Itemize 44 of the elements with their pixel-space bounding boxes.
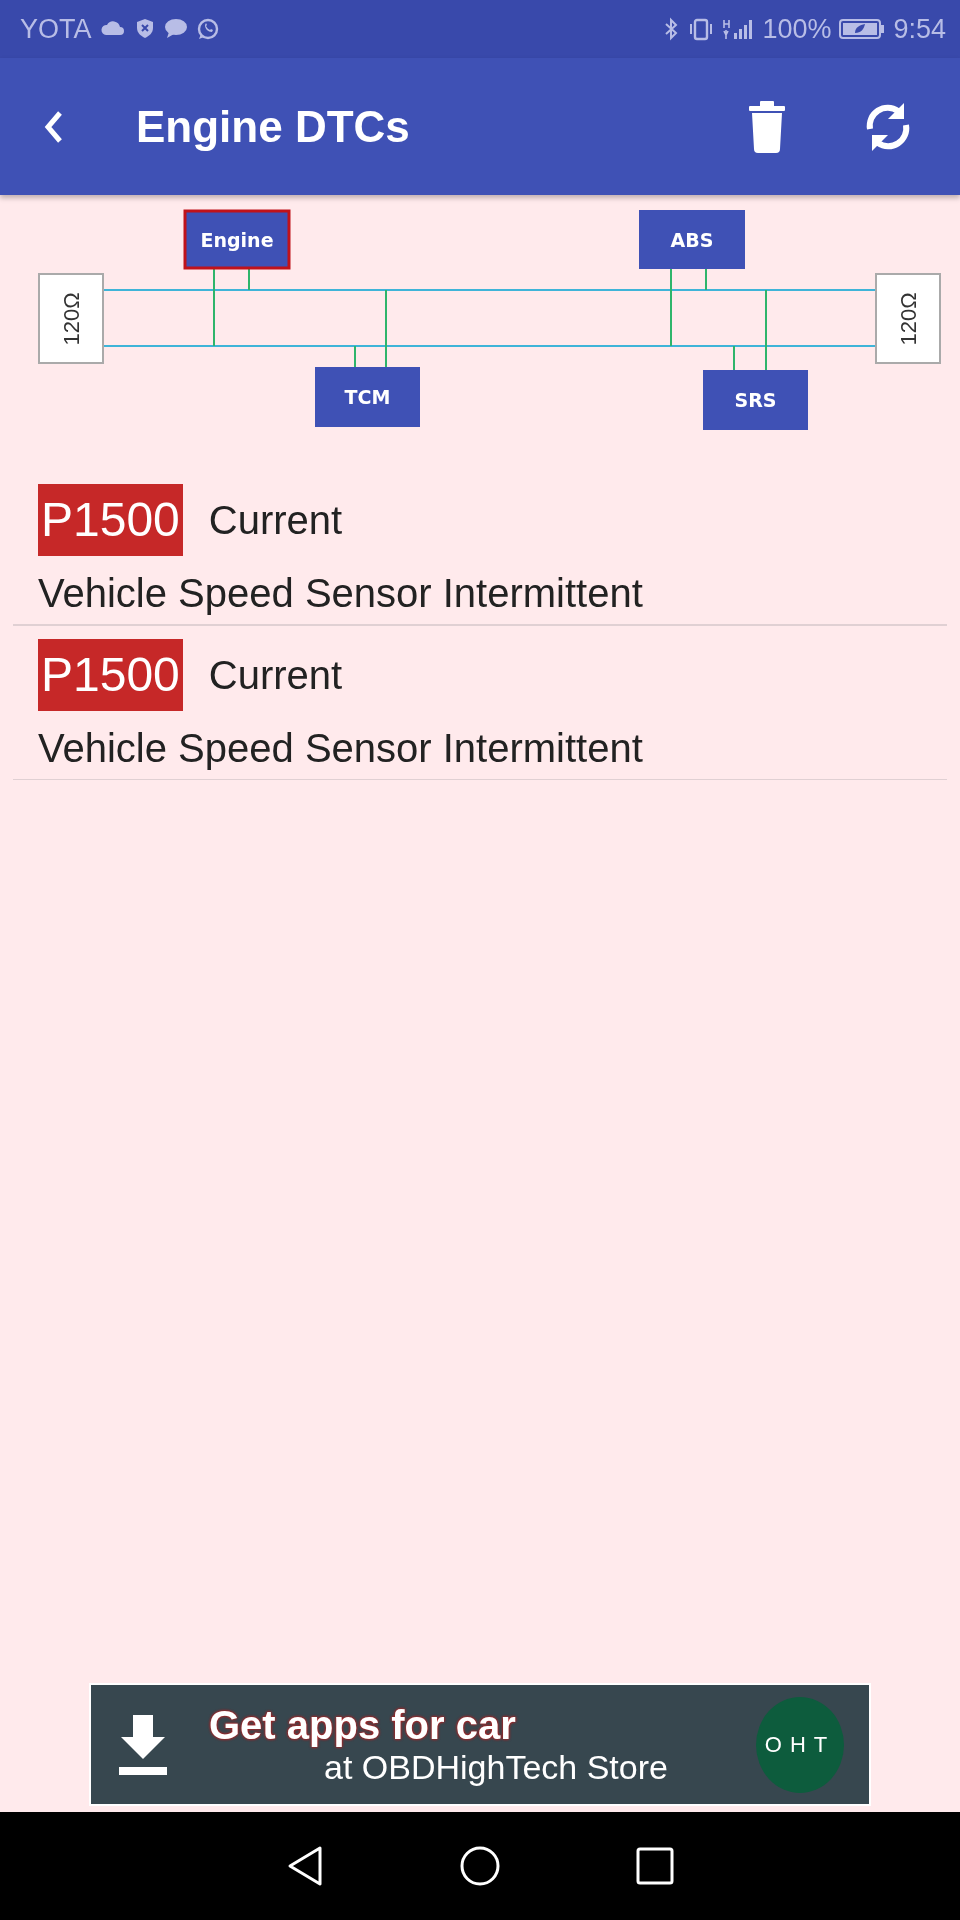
module-label: ABS — [670, 228, 714, 251]
dtc-row[interactable]: P1500 Current Vehicle Speed Sensor Intermittent — [13, 473, 947, 626]
trash-icon — [746, 98, 788, 155]
dtc-code: P1500 — [38, 484, 183, 556]
module-node[interactable] — [639, 210, 745, 269]
store-logo: OHT — [756, 1696, 844, 1793]
home-nav-button[interactable] — [459, 1845, 501, 1887]
clock-time: 9:54 — [893, 13, 946, 45]
module-node[interactable] — [183, 209, 291, 270]
battery-percent: 100% — [762, 13, 832, 45]
recents-nav-button[interactable] — [636, 1847, 674, 1885]
module-node[interactable] — [315, 367, 420, 427]
carrier-name: YOTA — [20, 13, 92, 45]
stub-line — [248, 267, 250, 291]
screen-title: Engine DTCs — [136, 101, 411, 152]
module-label: SRS — [734, 389, 777, 411]
back-nav-button[interactable] — [286, 1844, 324, 1888]
dtc-status: Current — [208, 652, 343, 698]
banner-subline: at OBDHighTech Store — [324, 1747, 669, 1787]
module-label: Engine — [200, 228, 274, 251]
whatsapp-icon — [195, 17, 220, 41]
triangle-back-icon — [286, 1844, 324, 1888]
message-icon — [163, 17, 188, 41]
stub-line — [733, 345, 735, 371]
resistor-label: 120Ω — [59, 292, 84, 346]
circle-home-icon — [459, 1845, 501, 1887]
delete-button[interactable] — [746, 98, 788, 155]
stub-line — [705, 268, 707, 291]
square-recents-icon — [636, 1847, 674, 1885]
stub-line — [354, 345, 356, 368]
module-label: TCM — [344, 386, 391, 408]
ad-banner[interactable]: Get apps for car at OBDHighTech Store OHT — [89, 1683, 871, 1806]
download-icon — [119, 1714, 167, 1775]
dtc-description: Vehicle Speed Sensor Intermittent — [38, 726, 644, 771]
dtc-row[interactable]: P1500 Current Vehicle Speed Sensor Intermittent — [13, 626, 947, 780]
module-node[interactable] — [703, 370, 808, 430]
battery-icon — [839, 17, 886, 41]
signal-icon — [722, 17, 755, 41]
resistor-label: 120Ω — [896, 292, 921, 346]
dtc-code: P1500 — [38, 639, 183, 711]
banner-headline: Get apps for car — [209, 1702, 517, 1748]
dtc-status: Current — [208, 497, 343, 543]
vibrate-icon — [688, 17, 715, 41]
dtc-description: Vehicle Speed Sensor Intermittent — [38, 571, 644, 616]
